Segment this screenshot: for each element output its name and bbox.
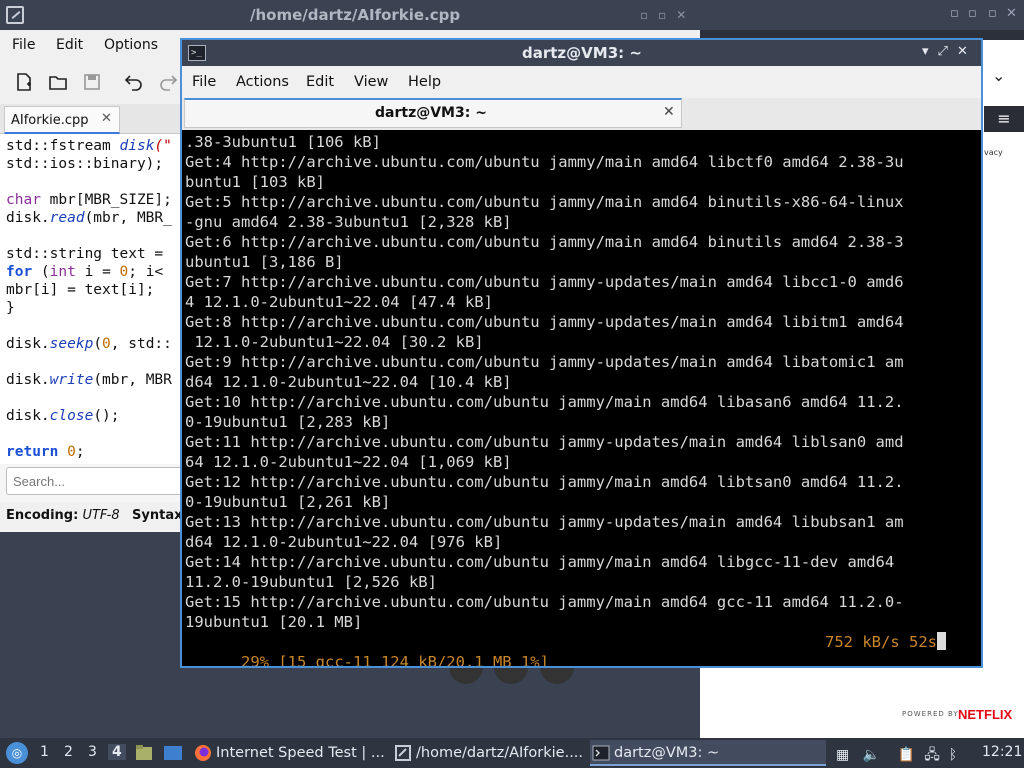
- terminal-tab-label: dartz@VM3: ~: [375, 105, 487, 121]
- minimize-icon[interactable]: ▾: [922, 44, 929, 59]
- terminal-line: Get:4 http://archive.ubuntu.com/ubuntu j…: [185, 153, 904, 171]
- tray-icon[interactable]: ▦: [836, 747, 849, 763]
- terminal-line: -gnu amd64 2.38-3ubuntu1 [2,328 kB]: [185, 213, 512, 231]
- browser-titlebar: ▫ ▫ ▫ ✕: [700, 0, 1024, 30]
- chevron-down-icon[interactable]: ⌄: [992, 66, 1005, 85]
- task-editor[interactable]: /home/dartz/AIforkie....: [392, 740, 588, 766]
- terminal-line: 0-19ubuntu1 [2,261 kB]: [185, 493, 391, 511]
- task-firefox[interactable]: Internet Speed Test | ...: [192, 740, 388, 766]
- terminal-line: 64 12.1.0-2ubuntu1~22.04 [1,069 kB]: [185, 453, 512, 471]
- editor-tab[interactable]: AIforkie.cpp ✕: [4, 106, 120, 134]
- editor-window-buttons[interactable]: ▫▫✕: [640, 8, 696, 22]
- editor-menu-file[interactable]: File: [12, 37, 35, 53]
- terminal-line: 0-19ubuntu1 [2,283 kB]: [185, 413, 391, 431]
- search-input[interactable]: [6, 467, 206, 495]
- terminal-window-buttons: ▾ ⤢ ✕: [922, 44, 977, 59]
- browser-minimize-button[interactable]: ▫: [950, 6, 959, 21]
- terminal-tabbar: dartz@VM3: ~ ✕: [182, 98, 981, 130]
- workspace-1[interactable]: 1: [40, 744, 49, 760]
- hamburger-menu-icon[interactable]: ≡: [984, 106, 1024, 132]
- clock[interactable]: 12:21: [982, 744, 1022, 760]
- browser-close-button[interactable]: ✕: [1006, 6, 1017, 21]
- terminal-line: 19ubuntu1 [20.1 MB]: [185, 613, 363, 631]
- privacy-link[interactable]: vacy: [984, 148, 1003, 157]
- encoding-label: Encoding:: [6, 508, 79, 523]
- terminal-line: d64 12.1.0-2ubuntu1~22.04 [10.4 kB]: [185, 373, 512, 391]
- editor-icon: [395, 745, 411, 761]
- terminal-window: >_ dartz@VM3: ~ ▾ ⤢ ✕ File Actions Edit Vi…: [180, 38, 983, 668]
- editor-app-icon: [6, 6, 24, 24]
- firefox-icon: [195, 745, 211, 761]
- file-manager-icon[interactable]: [134, 743, 154, 763]
- terminal-icon: [592, 745, 610, 761]
- editor-menu-edit[interactable]: Edit: [56, 37, 83, 53]
- system-tray: ▦ 🔈 📋 🖧 ᛒ: [836, 744, 957, 768]
- workspace-4[interactable]: 4: [108, 744, 126, 760]
- apt-progress-line: 29% [15 gcc-11 124 kB/20.1 MB 1%] 752 kB…: [185, 632, 981, 666]
- terminal-line: 4 12.1.0-2ubuntu1~22.04 [47.4 kB]: [185, 293, 493, 311]
- netflix-logo: NETFLIX: [958, 707, 1013, 722]
- terminal-menu-actions[interactable]: Actions: [236, 74, 289, 90]
- terminal-line: Get:14 http://archive.ubuntu.com/ubuntu …: [185, 553, 895, 571]
- taskbar: ◎ 1 2 3 4 Internet Speed Test | ... /hom…: [0, 738, 1024, 768]
- new-file-icon[interactable]: [14, 72, 34, 92]
- workspace-3[interactable]: 3: [88, 744, 97, 760]
- task-terminal[interactable]: dartz@VM3: ~: [590, 740, 826, 766]
- terminal-line: ubuntu1 [3,186 B]: [185, 253, 344, 271]
- network-icon[interactable]: 🖧: [924, 747, 940, 763]
- editor-titlebar[interactable]: /home/dartz/AIforkie.cpp ▫▫✕: [0, 0, 720, 30]
- editor-menu-options[interactable]: Options: [104, 37, 158, 53]
- close-icon[interactable]: ✕: [663, 104, 675, 120]
- show-desktop-icon[interactable]: [162, 743, 184, 763]
- terminal-line: Get:6 http://archive.ubuntu.com/ubuntu j…: [185, 233, 904, 251]
- terminal-line: Get:8 http://archive.ubuntu.com/ubuntu j…: [185, 313, 904, 331]
- terminal-line: .38-3ubuntu1 [106 kB]: [185, 133, 381, 151]
- terminal-line: Get:5 http://archive.ubuntu.com/ubuntu j…: [185, 193, 904, 211]
- terminal-line: Get:10 http://archive.ubuntu.com/ubuntu …: [185, 393, 904, 411]
- terminal-window-title: dartz@VM3: ~: [522, 44, 642, 62]
- maximize-icon[interactable]: ⤢: [938, 44, 948, 59]
- apt-progress-text: 29% [15 gcc-11 124 kB/20.1 MB 1%]: [241, 653, 549, 666]
- terminal-tab[interactable]: dartz@VM3: ~ ✕: [184, 98, 682, 128]
- volume-icon[interactable]: 🔈: [863, 747, 880, 763]
- terminal-menu-file[interactable]: File: [192, 74, 216, 90]
- terminal-menubar: File Actions Edit View Help: [182, 66, 981, 98]
- terminal-titlebar[interactable]: >_ dartz@VM3: ~ ▾ ⤢ ✕: [182, 40, 981, 66]
- terminal-menu-view[interactable]: View: [354, 74, 388, 90]
- editor-window-title: /home/dartz/AIforkie.cpp: [250, 6, 461, 24]
- close-icon[interactable]: ✕: [101, 111, 112, 126]
- terminal-menu-edit[interactable]: Edit: [306, 74, 334, 90]
- terminal-cursor: [936, 632, 946, 650]
- editor-tab-label: AIforkie.cpp: [11, 113, 89, 128]
- start-menu-icon[interactable]: ◎: [6, 742, 28, 764]
- terminal-line: Get:7 http://archive.ubuntu.com/ubuntu j…: [185, 273, 904, 291]
- terminal-line: Get:11 http://archive.ubuntu.com/ubuntu …: [185, 433, 904, 451]
- terminal-line: Get:9 http://archive.ubuntu.com/ubuntu j…: [185, 353, 904, 371]
- terminal-line: 12.1.0-2ubuntu1~22.04 [30.2 kB]: [185, 333, 484, 351]
- powered-by-text: POWERED BY: [902, 710, 959, 718]
- redo-icon[interactable]: [158, 72, 178, 92]
- browser-maximize-button[interactable]: ▫: [968, 6, 977, 21]
- save-icon[interactable]: [82, 72, 102, 92]
- terminal-menu-help[interactable]: Help: [408, 74, 441, 90]
- clipboard-icon[interactable]: 📋: [898, 747, 915, 763]
- terminal-line: buntu1 [103 kB]: [185, 173, 325, 191]
- workspace-2[interactable]: 2: [64, 744, 73, 760]
- terminal-line: Get:13 http://archive.ubuntu.com/ubuntu …: [185, 513, 904, 531]
- open-folder-icon[interactable]: [48, 72, 68, 92]
- undo-icon[interactable]: [124, 72, 144, 92]
- terminal-icon: >_: [188, 45, 206, 61]
- browser-restore-button[interactable]: ▫: [988, 6, 997, 21]
- encoding-value[interactable]: UTF-8: [82, 508, 119, 523]
- apt-speed-text: 752 kB/s 52s: [825, 632, 946, 652]
- terminal-line: 11.2.0-19ubuntu1 [2,526 kB]: [185, 573, 437, 591]
- close-icon[interactable]: ✕: [957, 44, 968, 59]
- bluetooth-icon[interactable]: ᛒ: [949, 747, 957, 763]
- terminal-line: Get:12 http://archive.ubuntu.com/ubuntu …: [185, 473, 904, 491]
- terminal-line: Get:15 http://archive.ubuntu.com/ubuntu …: [185, 593, 904, 611]
- terminal-line: d64 12.1.0-2ubuntu1~22.04 [976 kB]: [185, 533, 503, 551]
- terminal-output[interactable]: .38-3ubuntu1 [106 kB] Get:4 http://archi…: [182, 130, 981, 666]
